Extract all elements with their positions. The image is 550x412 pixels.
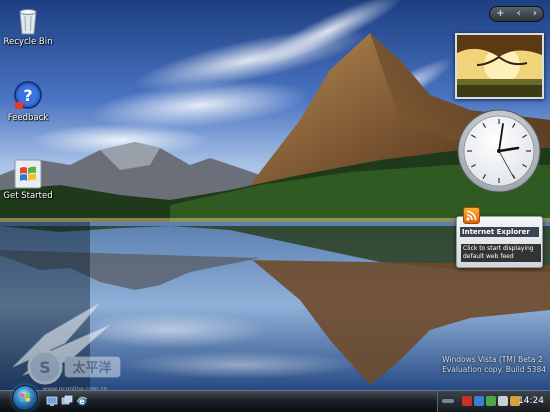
evaluation-watermark: Windows Vista (TM) Beta 2 Evaluation cop… bbox=[442, 355, 546, 375]
desktop-icon-get-started[interactable]: Get Started bbox=[0, 158, 58, 201]
switch-windows-icon[interactable] bbox=[61, 395, 73, 407]
desktop-icon-label: Recycle Bin bbox=[3, 37, 53, 47]
svg-text:S: S bbox=[39, 358, 51, 377]
language-bar-icon[interactable] bbox=[442, 399, 454, 403]
show-desktop-icon[interactable] bbox=[46, 395, 58, 407]
network-icon[interactable] bbox=[474, 396, 484, 406]
svg-text:太平洋: 太平洋 bbox=[71, 360, 111, 376]
recycle-bin-icon bbox=[19, 9, 37, 35]
volume-icon[interactable] bbox=[498, 396, 508, 406]
taskbar: e 14:24 bbox=[0, 385, 550, 412]
internet-explorer-icon[interactable]: e bbox=[76, 395, 88, 407]
taskbar-clock[interactable]: 14:24 bbox=[518, 396, 544, 406]
desktop-icon-label: Get Started bbox=[3, 191, 53, 201]
clock-gadget[interactable] bbox=[456, 108, 542, 194]
desktop-icon-feedback[interactable]: ? Feedback bbox=[0, 80, 58, 123]
rss-feed-icon bbox=[463, 207, 480, 224]
desktop-icon-recycle-bin[interactable]: Recycle Bin bbox=[0, 4, 58, 47]
windows-flag-icon bbox=[14, 159, 42, 189]
next-page-button[interactable]: › bbox=[533, 9, 537, 19]
security-center-icon[interactable] bbox=[462, 396, 472, 406]
add-gadget-button[interactable]: + bbox=[496, 9, 504, 19]
sidebar-controls: + ‹ › bbox=[489, 6, 544, 22]
feed-message[interactable]: Click to start displaying default web fe… bbox=[461, 244, 541, 262]
desktop-icon-label: Feedback bbox=[7, 113, 49, 123]
windows-logo-icon bbox=[20, 393, 30, 402]
start-button[interactable] bbox=[12, 385, 38, 411]
desktop: Recycle Bin ? Feedback Get Started + ‹ › bbox=[0, 0, 550, 412]
watermark-line-2: Evaluation copy. Build 5384 bbox=[442, 365, 546, 374]
feedback-icon: ? bbox=[14, 81, 42, 109]
svg-text:?: ? bbox=[23, 86, 32, 105]
feed-title: Internet Explorer bbox=[460, 227, 539, 237]
slideshow-photo bbox=[457, 35, 542, 97]
previous-page-button[interactable]: ‹ bbox=[517, 9, 521, 19]
notification-area: 14:24 bbox=[437, 391, 550, 412]
feed-headlines-gadget[interactable]: Internet Explorer Click to start display… bbox=[456, 207, 543, 268]
watermark-line-1: Windows Vista (TM) Beta 2 bbox=[442, 355, 543, 364]
slideshow-gadget[interactable] bbox=[455, 33, 544, 99]
update-icon[interactable] bbox=[486, 396, 496, 406]
